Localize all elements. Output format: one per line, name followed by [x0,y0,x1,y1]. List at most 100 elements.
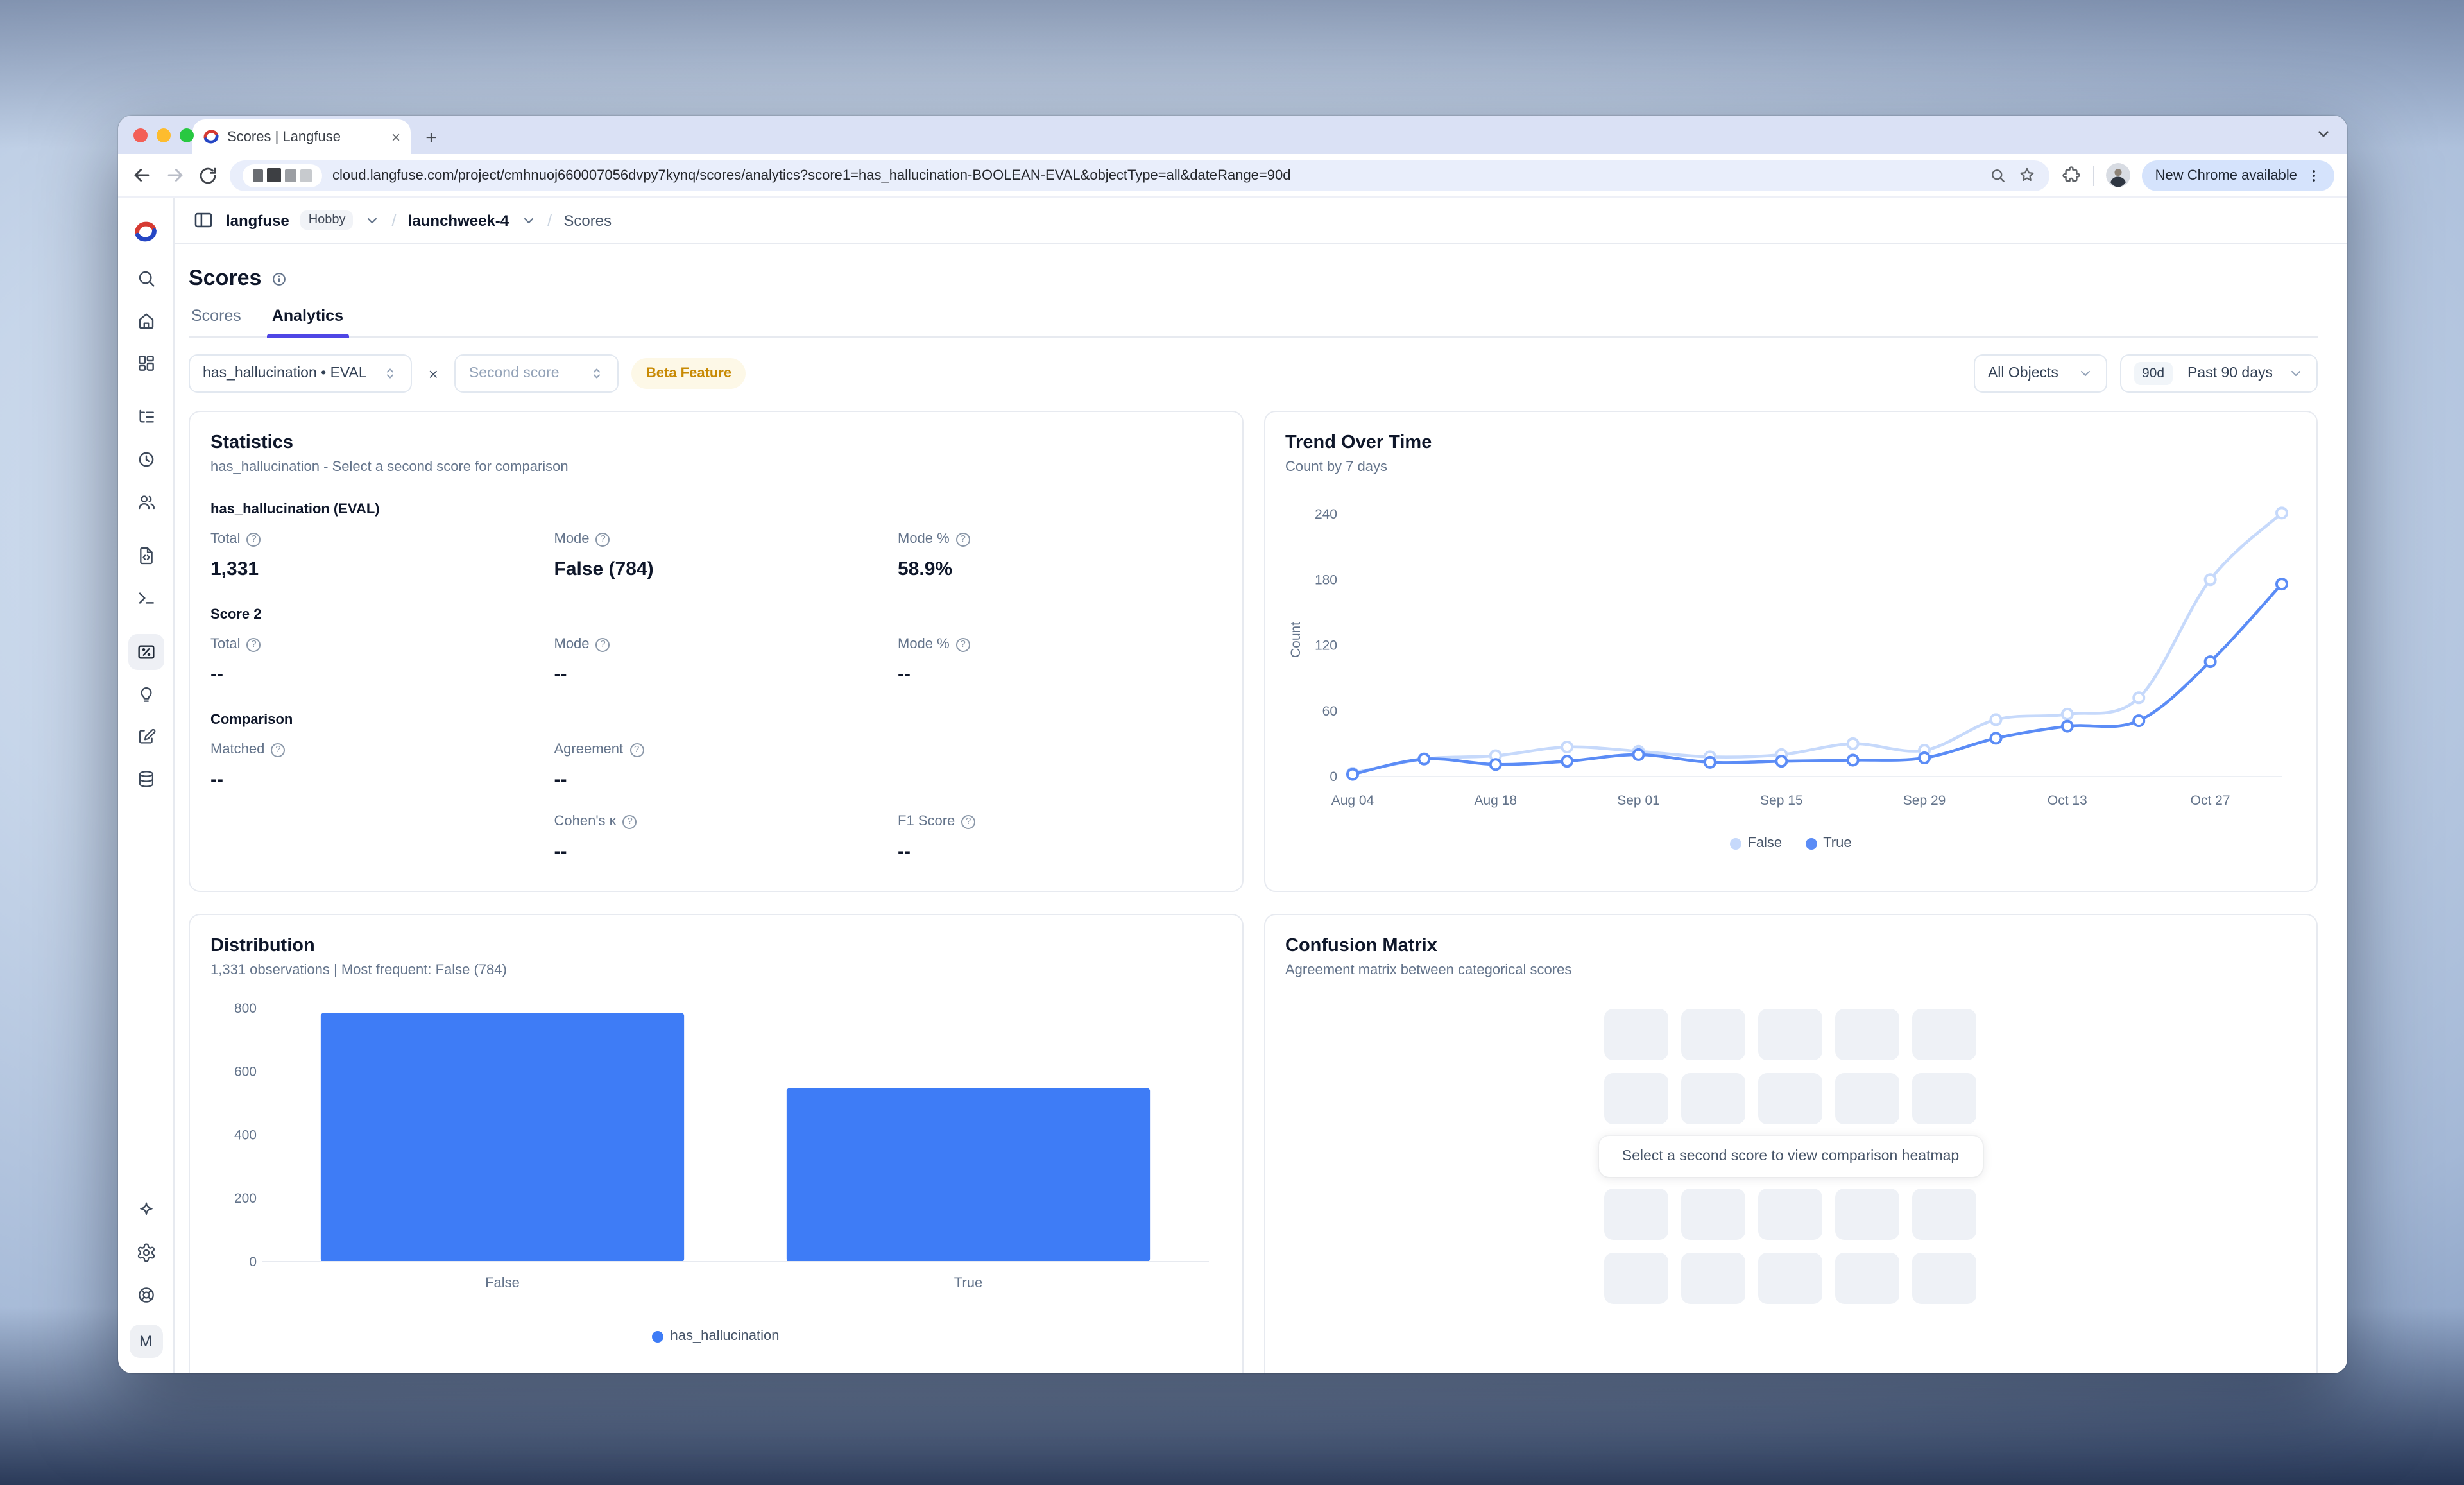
card-title: Statistics [210,433,1221,453]
more-vertical-icon[interactable] [2306,167,2322,183]
heatmap-placeholder-cell [1836,1073,1900,1124]
help-icon[interactable]: ? [956,532,970,546]
svg-text:800: 800 [234,1001,257,1016]
stat-label: Mode % [898,531,950,547]
annotation-icon[interactable] [128,719,164,755]
lightbulb-icon[interactable] [128,676,164,712]
clear-score1-button[interactable]: × [425,364,442,383]
support-lifebuoy-icon[interactable] [128,1277,164,1313]
browser-tab[interactable]: Scores | Langfuse × [193,119,411,154]
stat-label: Matched [210,742,264,757]
users-icon[interactable] [128,484,164,520]
site-info-chip[interactable] [243,164,322,187]
home-icon[interactable] [128,303,164,339]
legend-item-has-hallucination[interactable]: has_hallucination [652,1328,779,1344]
help-icon[interactable]: ? [247,637,261,651]
desktop: Scores | Langfuse × + [0,0,2464,1485]
help-icon[interactable]: ? [271,742,285,757]
help-icon[interactable]: ? [596,532,610,546]
heatmap-placeholder-cell [1682,1073,1746,1124]
extensions-icon[interactable] [2062,165,2082,185]
object-type-select[interactable]: All Objects [1974,354,2107,393]
sessions-clock-icon[interactable] [128,442,164,477]
stat-label: Mode % [898,637,950,652]
date-range-badge: 90d [2134,362,2172,385]
chrome-update-pill[interactable]: New Chrome available [2143,160,2334,191]
settings-gear-icon[interactable] [128,1235,164,1271]
tab-close-icon[interactable]: × [391,129,400,144]
help-icon[interactable]: ? [956,637,970,651]
help-icon[interactable]: ? [596,637,610,651]
heatmap-placeholder-cell [1759,1189,1823,1240]
window-controls [133,128,194,142]
back-icon[interactable] [131,164,153,186]
org-chevron-down-icon[interactable] [365,212,381,228]
browser-toolbar: cloud.langfuse.com/project/cmhnuoj660007… [118,154,2347,198]
scores-icon[interactable] [128,634,164,670]
tab-scores[interactable]: Scores [189,307,244,336]
langfuse-logo-icon[interactable] [133,208,158,254]
svg-text:120: 120 [1314,639,1337,653]
new-tab-button[interactable]: + [416,121,447,154]
score1-select[interactable]: has_hallucination • EVAL [189,354,412,393]
stat-value-mode: False (784) [554,558,898,580]
heatmap-placeholder-cell [1682,1009,1746,1060]
score2-select[interactable]: Second score [455,354,619,393]
stat-label: Mode [554,637,590,652]
fullscreen-window-button[interactable] [180,128,194,142]
stat-value-matched: -- [210,769,554,791]
tab-search-chevron-icon[interactable] [2315,126,2332,142]
reload-icon[interactable] [198,165,218,185]
zoom-icon[interactable] [1990,166,2008,184]
tab-title: Scores | Langfuse [227,129,384,144]
datasets-icon[interactable] [128,761,164,797]
minimize-window-button[interactable] [157,128,171,142]
stat-label: Agreement [554,742,624,757]
url-text[interactable]: cloud.langfuse.com/project/cmhnuoj660007… [332,167,1980,183]
svg-text:False: False [485,1275,520,1291]
svg-text:240: 240 [1314,507,1337,522]
help-icon[interactable]: ? [629,742,644,757]
distribution-bar-chart[interactable]: 0200400600800FalseTrue [210,988,1221,1316]
address-bar[interactable]: cloud.langfuse.com/project/cmhnuoj660007… [230,160,2050,191]
project-chevron-down-icon[interactable] [520,212,536,228]
org-name[interactable]: langfuse [226,211,289,229]
heatmap-placeholder-cell [1913,1073,1977,1124]
legend-item-true[interactable]: True [1805,836,1851,851]
breadcrumb-separator: / [547,210,552,230]
bookmark-star-icon[interactable] [2018,166,2037,185]
svg-text:0: 0 [249,1255,257,1269]
confusion-message: Select a second score to view comparison… [1599,1136,1982,1177]
statistics-card: Statistics has_hallucination - Select a … [189,411,1243,892]
profile-avatar[interactable] [2107,163,2131,187]
user-avatar[interactable]: M [129,1325,162,1358]
search-icon[interactable] [128,261,164,296]
score2-placeholder: Second score [469,366,574,381]
help-icon[interactable]: ? [961,814,975,828]
page-title: Scores [189,266,261,291]
dashboards-icon[interactable] [128,345,164,381]
help-icon[interactable]: ? [247,532,261,546]
project-name[interactable]: launchweek-4 [408,211,509,229]
playground-terminal-icon[interactable] [128,580,164,616]
date-range-select[interactable]: 90d Past 90 days [2120,354,2318,393]
close-window-button[interactable] [133,128,148,142]
toolbar-divider [2094,165,2095,185]
heatmap-placeholder-cell [1759,1253,1823,1304]
tracing-icon[interactable] [128,399,164,435]
tab-analytics[interactable]: Analytics [270,307,346,336]
prompts-icon[interactable] [128,538,164,574]
updown-chevron-icon [382,366,398,381]
forward-icon[interactable] [164,164,186,186]
tab-strip: Scores | Langfuse × + [118,116,2347,154]
legend-item-false[interactable]: False [1729,836,1782,851]
stat-value-cohens: -- [554,841,898,863]
ask-ai-sparkle-icon[interactable] [128,1192,164,1228]
info-icon[interactable] [270,270,287,287]
trend-line-chart[interactable]: 060120180240CountAug 04Aug 18Sep 01Sep 1… [1285,485,2296,815]
panel-toggle-icon[interactable] [193,209,214,231]
help-icon[interactable]: ? [623,814,637,828]
updown-chevron-icon [590,366,605,381]
svg-text:Count: Count [1288,622,1303,658]
stat-label: Total [210,531,241,547]
